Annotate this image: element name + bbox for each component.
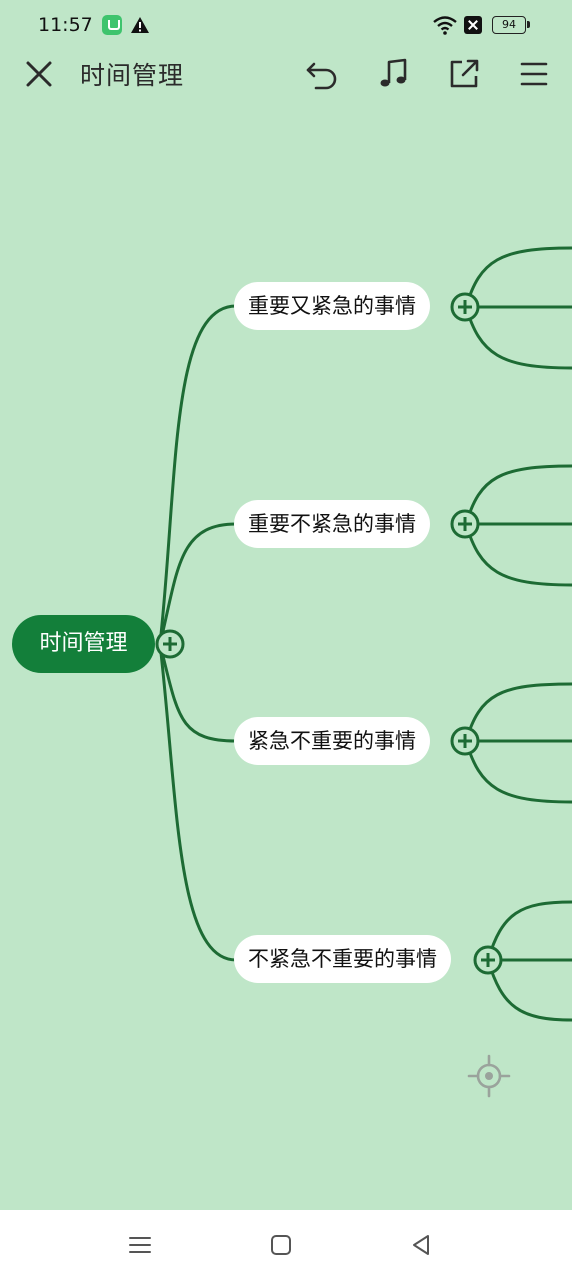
app-notification-icon	[102, 15, 122, 35]
battery-icon: 94	[492, 16, 530, 34]
topic-node-2[interactable]: 重要不紧急的事情	[234, 500, 430, 548]
root-node[interactable]: 时间管理	[12, 615, 155, 673]
system-nav-bar	[0, 1210, 572, 1280]
music-note-icon[interactable]	[374, 54, 414, 94]
nav-menu-icon[interactable]	[125, 1230, 155, 1260]
share-icon[interactable]	[444, 54, 484, 94]
topic-3-expand-icon[interactable]	[450, 726, 480, 756]
topic-2-expand-icon[interactable]	[450, 509, 480, 539]
nav-back-icon[interactable]	[406, 1230, 436, 1260]
menu-icon[interactable]	[514, 54, 554, 94]
status-bar: 11:57 94	[0, 0, 572, 50]
locate-center-icon[interactable]	[467, 1054, 511, 1098]
close-icon[interactable]	[19, 54, 59, 94]
sim-off-icon	[464, 16, 482, 34]
toolbar: 时间管理	[0, 50, 572, 100]
root-expand-icon[interactable]	[155, 629, 185, 659]
wifi-icon	[432, 14, 458, 36]
topic-4-expand-icon[interactable]	[473, 945, 503, 975]
topic-node-3[interactable]: 紧急不重要的事情	[234, 717, 430, 765]
page-title: 时间管理	[80, 61, 185, 90]
warning-icon	[130, 15, 150, 35]
topic-node-4[interactable]: 不紧急不重要的事情	[234, 935, 451, 983]
topic-node-1[interactable]: 重要又紧急的事情	[234, 282, 430, 330]
topic-1-expand-icon[interactable]	[450, 292, 480, 322]
status-time: 11:57	[38, 14, 93, 36]
undo-icon[interactable]	[302, 54, 342, 94]
nav-home-icon[interactable]	[266, 1230, 296, 1260]
mindmap-canvas[interactable]: 时间管理 重要又紧急的事情 重要不紧急的事情 紧急不重要的事情 不紧急不重要的事…	[0, 100, 572, 1210]
